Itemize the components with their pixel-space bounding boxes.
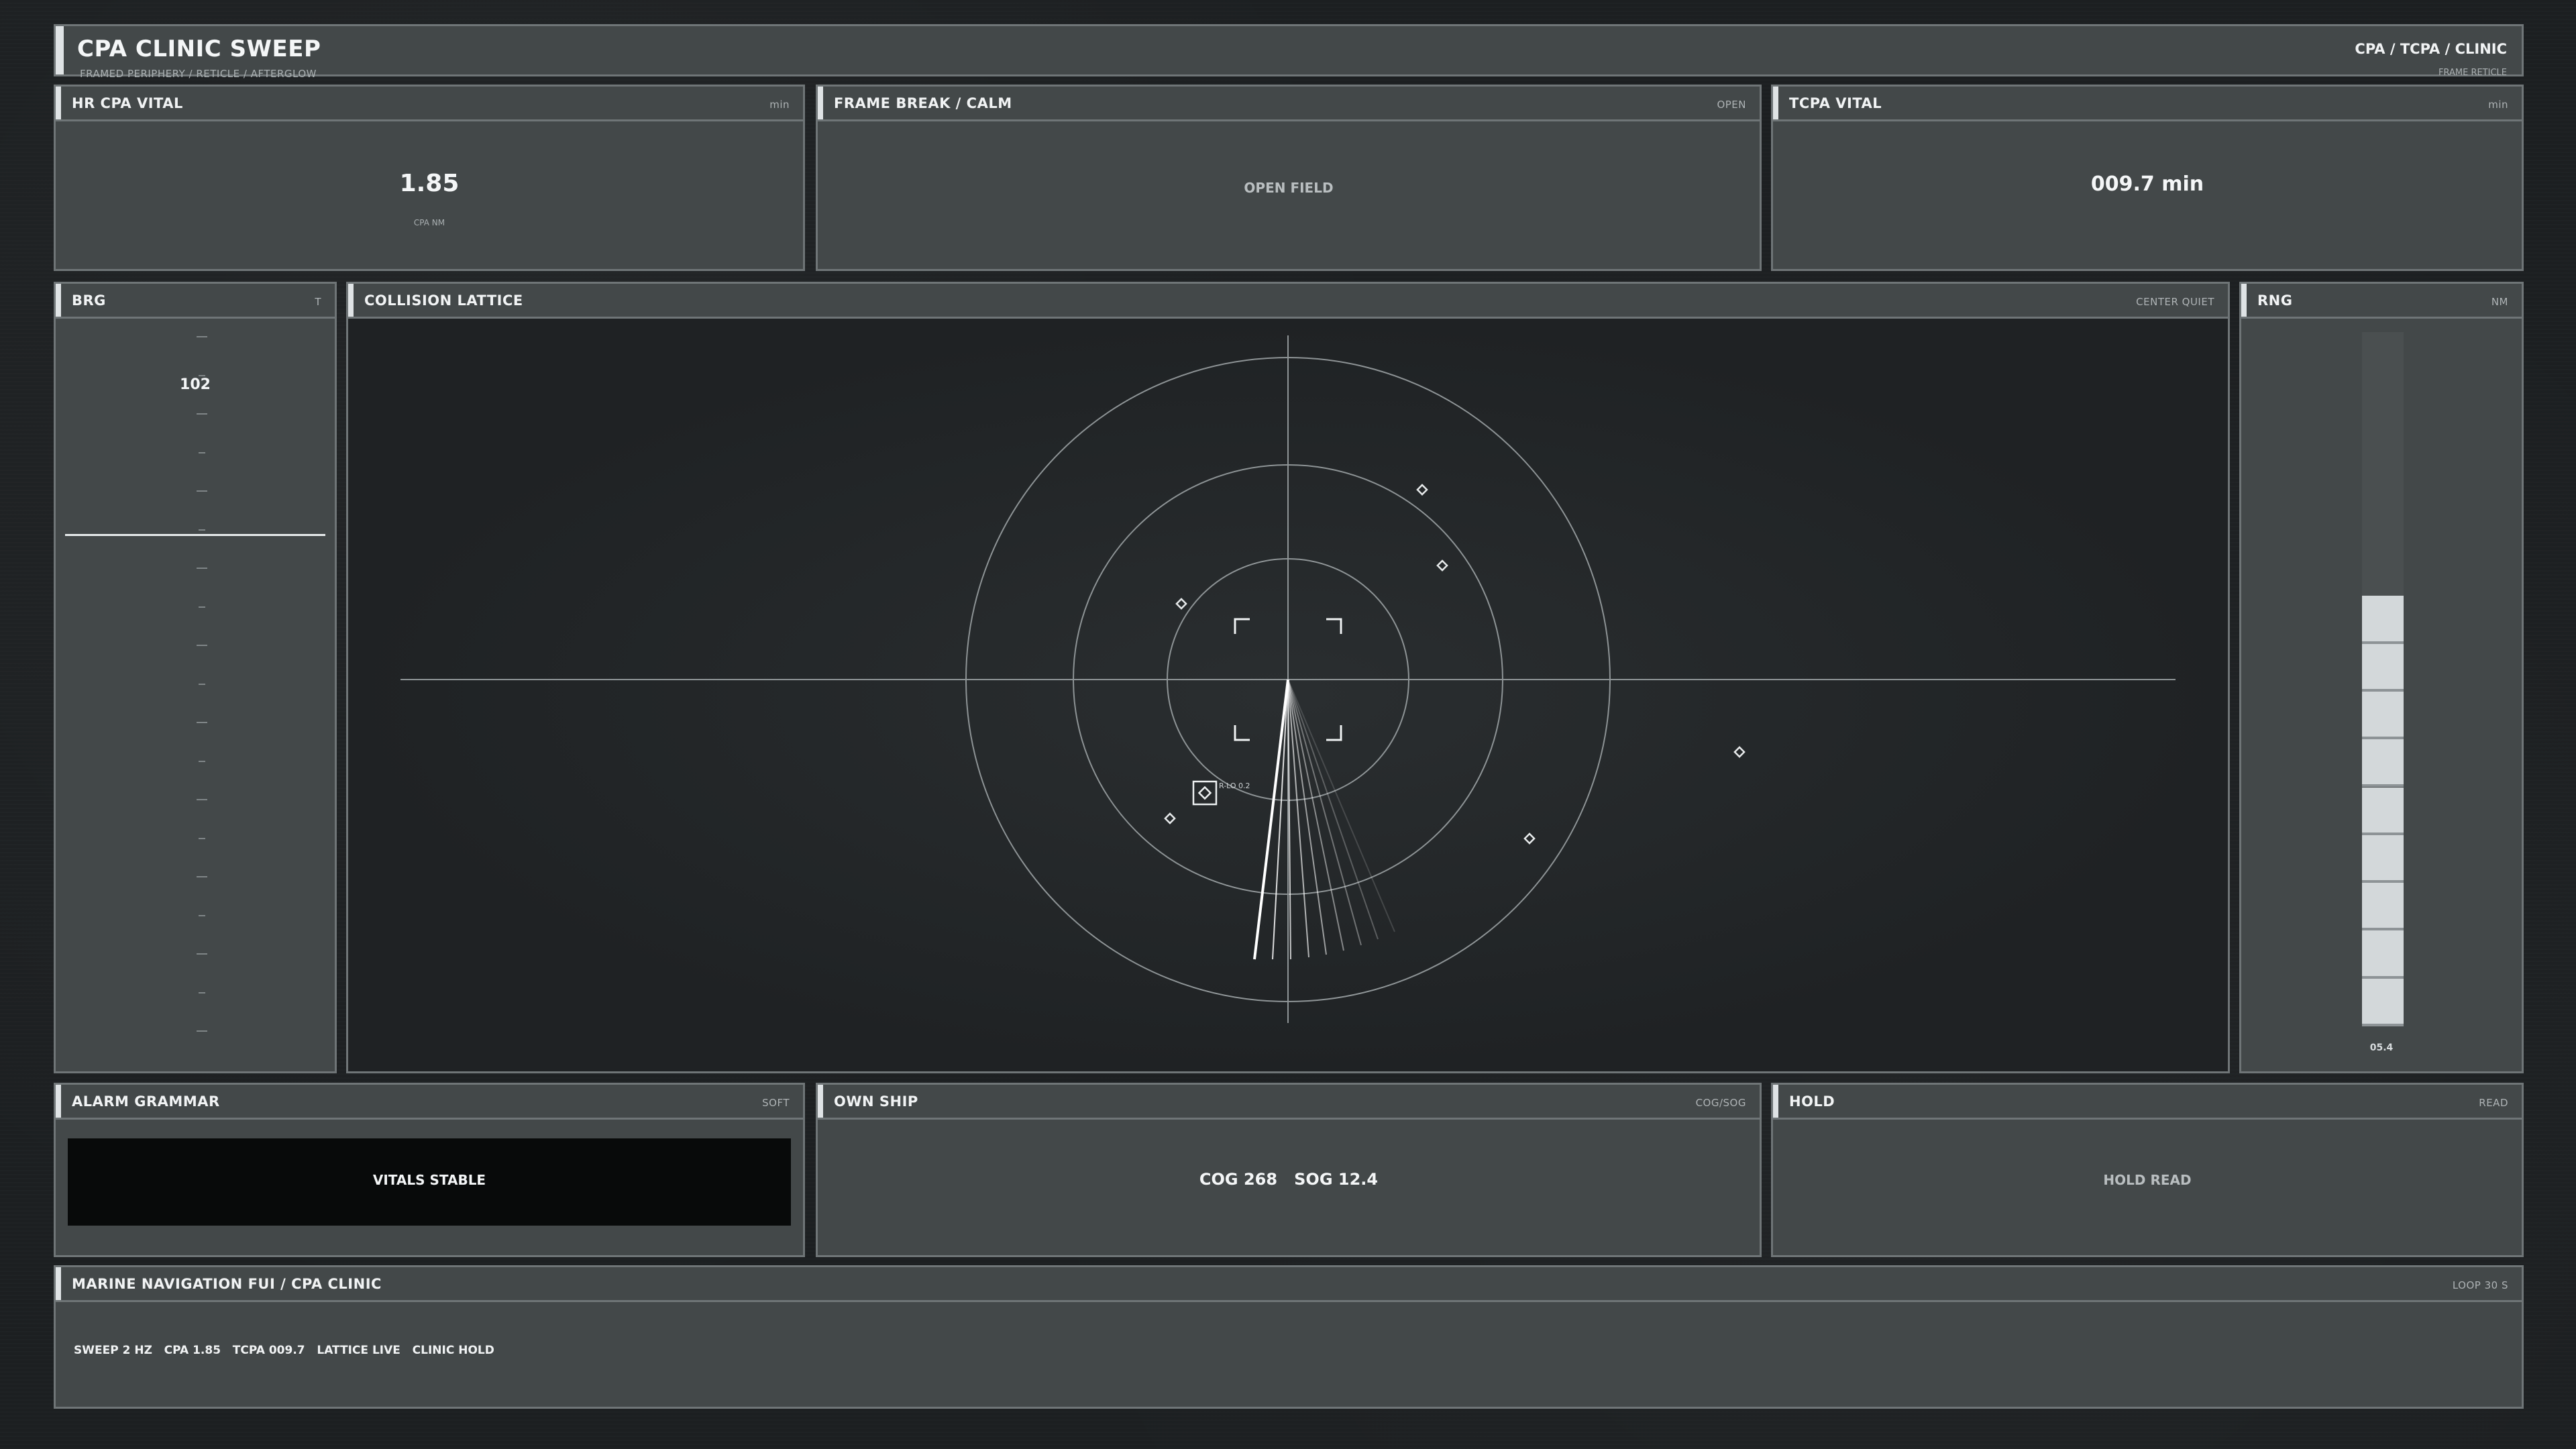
bearing-tick <box>197 336 207 337</box>
range-value: 05.4 <box>2369 1042 2394 1053</box>
panel-title: HR CPA VITAL <box>72 95 183 111</box>
bearing-tick <box>197 645 207 646</box>
alarm-grammar-panel[interactable]: ALARM GRAMMAR SOFT VITALS STABLE <box>54 1083 805 1257</box>
tcpa-vital-panel[interactable]: TCPA VITAL min 009.7 min <box>1771 85 2524 271</box>
range-bar-segment <box>2362 596 2404 644</box>
panel-tag: min <box>769 99 790 111</box>
frame-break-panel[interactable]: FRAME BREAK / CALM OPEN OPEN FIELD <box>816 85 1762 271</box>
footer-panel[interactable]: MARINE NAVIGATION FUI / CPA CLINIC LOOP … <box>54 1265 2524 1409</box>
bearing-tick <box>197 722 207 723</box>
bearing-tick <box>197 953 207 955</box>
panel-tag: SOFT <box>762 1097 790 1109</box>
panel-title: COLLISION LATTICE <box>364 292 523 309</box>
bearing-tick <box>199 529 205 531</box>
cpa-vital-panel[interactable]: HR CPA VITAL min 1.85 CPA NM <box>54 85 805 271</box>
range-bar-segment <box>2362 787 2404 835</box>
target-label: R-LO 0.2 <box>1219 782 1250 790</box>
cpa-value: 1.85 <box>399 170 460 197</box>
panel-title: RNG <box>2257 292 2293 309</box>
alarm-status-text: VITALS STABLE <box>372 1172 486 1188</box>
range-bar-segment <box>2362 739 2404 788</box>
panel-tag: T <box>315 296 321 308</box>
panel-header: FRAME BREAK / CALM OPEN <box>818 87 1760 121</box>
panel-title: ALARM GRAMMAR <box>72 1093 220 1110</box>
header-mode-label: CPA / TCPA / CLINIC <box>2355 41 2507 57</box>
range-bar-segment <box>2362 883 2404 931</box>
panel-header: COLLISION LATTICE CENTER QUIET <box>348 284 2228 319</box>
collision-lattice-panel[interactable]: COLLISION LATTICE CENTER QUIET R-LO 0.2 <box>346 282 2230 1073</box>
bearing-tick <box>197 876 207 877</box>
frame-value: OPEN FIELD <box>1244 180 1334 196</box>
status-ticker: SWEEP 2 HZ CPA 1.85 TCPA 009.7 LATTICE L… <box>74 1344 494 1357</box>
panel-tag: OPEN <box>1717 99 1746 111</box>
cpa-caption: CPA NM <box>413 218 445 227</box>
panel-header: RNG NM <box>2241 284 2522 319</box>
bearing-value: 102 <box>180 376 211 393</box>
bearing-tick <box>199 760 205 762</box>
own-ship-panel[interactable]: OWN SHIP COG/SOG COG 268 SOG 12.4 <box>816 1083 1762 1257</box>
panel-tag: NM <box>2491 296 2508 308</box>
panel-header: ALARM GRAMMAR SOFT <box>56 1085 803 1120</box>
panel-header: MARINE NAVIGATION FUI / CPA CLINIC LOOP … <box>56 1267 2522 1302</box>
bearing-tick <box>197 1030 207 1032</box>
bearing-tick <box>197 413 207 415</box>
range-bar-segment <box>2362 930 2404 979</box>
panel-header: TCPA VITAL min <box>1773 87 2522 121</box>
range-bar-segment <box>2362 691 2404 740</box>
range-bar-segment <box>2362 978 2404 1026</box>
header-bar: CPA CLINIC SWEEP FRAMED PERIPHERY / RETI… <box>54 24 2524 80</box>
panel-title: BRG <box>72 292 106 309</box>
panel-title: TCPA VITAL <box>1789 95 1882 111</box>
panel-tag: LOOP 30 S <box>2452 1279 2508 1291</box>
bearing-panel[interactable]: BRG T 102 <box>54 282 337 1073</box>
hold-value: HOLD READ <box>2103 1172 2192 1188</box>
radar-scope[interactable]: R-LO 0.2 <box>348 319 2228 1071</box>
panel-tag: min <box>2488 99 2508 111</box>
bearing-tick <box>197 568 207 569</box>
header-mode-sub: FRAME RETICLE <box>2438 68 2507 78</box>
bearing-tick <box>199 451 205 453</box>
page-subtitle: FRAMED PERIPHERY / RETICLE / AFTERGLOW <box>80 68 317 80</box>
panel-tag: READ <box>2479 1097 2508 1109</box>
panel-title: OWN SHIP <box>834 1093 918 1110</box>
panel-tag: CENTER QUIET <box>2136 296 2214 308</box>
range-bar-segment <box>2362 835 2404 883</box>
panel-title: FRAME BREAK / CALM <box>834 95 1012 111</box>
bearing-tick <box>199 991 205 994</box>
range-bar-segment <box>2362 643 2404 692</box>
range-panel[interactable]: RNG NM 05.4 <box>2239 282 2524 1073</box>
panel-header: BRG T <box>56 284 335 319</box>
tcpa-value: 009.7 min <box>2090 172 2204 196</box>
bearing-cursor-line <box>65 534 325 536</box>
panel-tag: COG/SOG <box>1695 1097 1746 1109</box>
bearing-tick <box>199 683 205 685</box>
bearing-tick <box>197 490 207 492</box>
panel-title: MARINE NAVIGATION FUI / CPA CLINIC <box>72 1276 382 1292</box>
bearing-tick <box>199 837 205 839</box>
panel-header: OWN SHIP COG/SOG <box>818 1085 1760 1120</box>
alarm-status-box: VITALS STABLE <box>68 1138 791 1226</box>
bearing-tick <box>199 606 205 608</box>
own-ship-readout: COG 268 SOG 12.4 <box>1199 1170 1379 1189</box>
page-title: CPA CLINIC SWEEP <box>77 36 321 62</box>
bearing-tick <box>197 799 207 800</box>
panel-header: HOLD READ <box>1773 1085 2522 1120</box>
hold-panel[interactable]: HOLD READ HOLD READ <box>1771 1083 2524 1257</box>
panel-title: HOLD <box>1789 1093 1835 1110</box>
panel-header: HR CPA VITAL min <box>56 87 803 121</box>
bearing-tick <box>199 914 205 916</box>
